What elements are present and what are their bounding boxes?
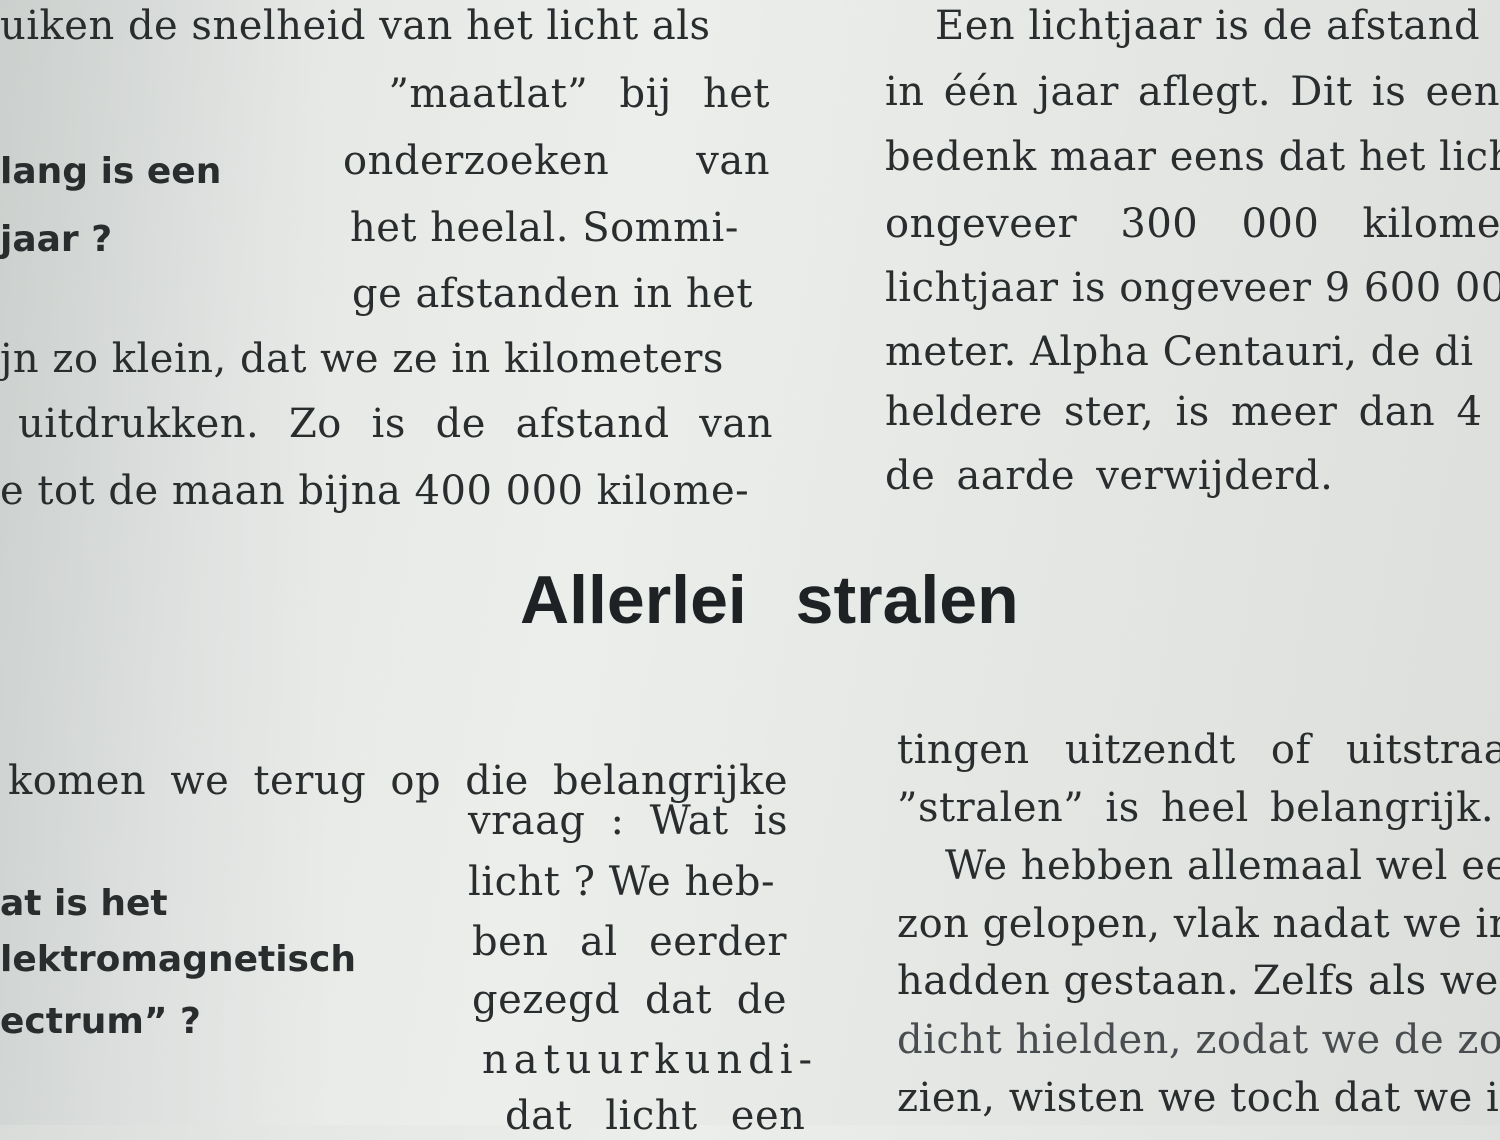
text-line: uitdrukken. Zo is de afstand van (18, 401, 773, 447)
text-line: licht ? We heb- (468, 859, 775, 905)
text-line: natuurkundi- (482, 1037, 819, 1083)
text-line: gezegd dat de (472, 977, 787, 1023)
sidebar-line: lang is een (0, 151, 222, 192)
text-line: uiken de snelheid van het licht als (0, 3, 711, 49)
text-line: dicht hielden, zodat we de zon (897, 1017, 1500, 1063)
text-line: de aarde verwijderd. (885, 453, 1334, 499)
text-line: bedenk maar eens dat het licht (885, 134, 1500, 180)
text-line: ”maatlat” bij het (388, 71, 770, 117)
text-line: zien, wisten we toch dat we in (897, 1075, 1500, 1121)
text-line: het heelal. Sommi- (350, 205, 739, 251)
text-line: ”stralen” is heel belangrijk. (897, 785, 1495, 831)
text-line: lichtjaar is ongeveer 9 600 000 (885, 265, 1500, 311)
text-line: Een lichtjaar is de afstand (935, 3, 1481, 49)
text-line: We hebben allemaal wel ee (945, 843, 1500, 889)
text-line: dat licht een (505, 1093, 806, 1139)
text-line: ongeveer 300 000 kilometer (885, 201, 1500, 247)
text-line: heldere ster, is meer dan 4 (885, 389, 1483, 435)
text-line: hadden gestaan. Zelfs als we d (897, 958, 1500, 1004)
sidebar-line: ectrum” ? (0, 1001, 201, 1042)
text-line: onderzoeken van (343, 138, 770, 184)
text-line: vraag : Wat is (468, 798, 788, 844)
section-heading: Allerlei stralen (520, 562, 1019, 638)
text-line: jn zo klein, dat we ze in kilometers (0, 336, 724, 382)
sidebar-line: lektromagnetisch (0, 939, 356, 980)
text-line: in één jaar aflegt. Dit is een (885, 69, 1500, 115)
text-line: ben al eerder (472, 919, 787, 965)
text-line: zon gelopen, vlak nadat we in (897, 901, 1500, 947)
sidebar-line: jaar ? (0, 219, 113, 260)
text-line: e tot de maan bijna 400 000 kilome- (0, 468, 750, 514)
text-line: tingen uitzendt of uitstraalt (897, 727, 1500, 773)
text-line: ge afstanden in het (352, 271, 753, 317)
sidebar-line: at is het (0, 883, 168, 924)
text-line: meter. Alpha Centauri, de di (885, 329, 1474, 375)
